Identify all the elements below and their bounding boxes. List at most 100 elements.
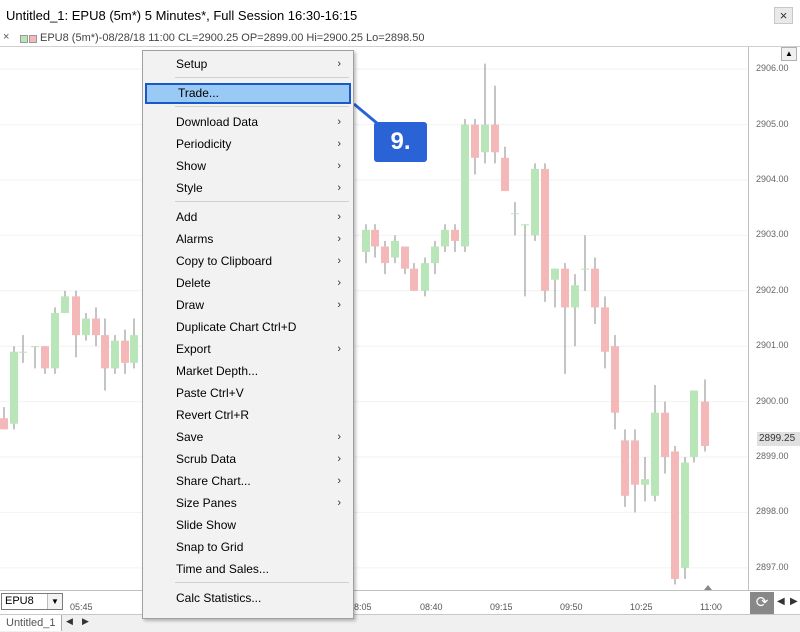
candle [571, 274, 579, 347]
symbol-dropdown[interactable]: EPU8 ▼ [1, 593, 63, 610]
candle [501, 146, 509, 192]
menu-item-draw[interactable]: Draw › [145, 295, 351, 316]
chevron-right-icon: › [337, 277, 341, 289]
candle-body-down [101, 335, 109, 369]
candle [661, 401, 669, 474]
menu-item-download-data[interactable]: Download Data › [145, 112, 351, 133]
price-tick-label: 2897.00 [756, 561, 789, 572]
candle [431, 240, 439, 275]
candle [451, 224, 459, 253]
candle [621, 429, 629, 507]
candle-body-down [92, 318, 100, 336]
candle-body-up [82, 318, 90, 336]
candle-body-down [501, 157, 509, 192]
scroll-left-icon[interactable]: ◀ [777, 596, 785, 607]
menu-item-slide-show[interactable]: Slide Show [145, 515, 351, 536]
candle-body-up [391, 240, 399, 258]
candle [61, 290, 69, 313]
price-tick-label: 2900.00 [756, 395, 789, 406]
current-price-label: 2899.25 [757, 432, 800, 446]
candle [631, 429, 639, 513]
candle-body-down [601, 307, 609, 352]
candle [410, 263, 418, 291]
close-window-button[interactable]: × [774, 7, 793, 24]
menu-item-style[interactable]: Style › [145, 178, 351, 199]
candle-body-down [561, 268, 569, 308]
candle-body-up [641, 479, 649, 485]
menu-item-save[interactable]: Save › [145, 427, 351, 448]
menu-item-share-chart[interactable]: Share Chart... › [145, 471, 351, 492]
candle [31, 346, 39, 369]
menu-item-size-panes[interactable]: Size Panes › [145, 493, 351, 514]
tab-untitled-1[interactable]: Untitled_1 [0, 615, 62, 631]
price-tick-label: 2898.00 [756, 506, 789, 517]
candle-body-down [611, 346, 619, 413]
candle-body-down [621, 440, 629, 496]
candle [130, 318, 138, 369]
menu-item-snap-to-grid[interactable]: Snap to Grid [145, 537, 351, 558]
menu-item-label: Draw [176, 298, 205, 312]
candle-body-up [10, 351, 18, 424]
candle-body-down [661, 412, 669, 458]
menu-item-time-and-sales[interactable]: Time and Sales... [145, 559, 351, 580]
candle [92, 307, 100, 347]
up-color-swatch [20, 35, 28, 43]
menu-item-add[interactable]: Add › [145, 207, 351, 228]
menu-separator [175, 106, 349, 107]
menu-item-label: Delete [176, 276, 211, 290]
menu-item-trade[interactable]: Trade... [145, 83, 351, 104]
candle-body-up [531, 168, 539, 236]
candle [641, 457, 649, 502]
candle [581, 235, 589, 291]
menu-item-label: Calc Statistics... [176, 591, 262, 605]
close-info-icon[interactable]: × [3, 31, 9, 43]
menu-item-export[interactable]: Export › [145, 339, 351, 360]
menu-separator [175, 201, 349, 202]
menu-item-paste-ctrl-v[interactable]: Paste Ctrl+V [145, 383, 351, 404]
candle-body-up [421, 263, 429, 291]
menu-item-copy-to-clipboard[interactable]: Copy to Clipboard › [145, 251, 351, 272]
menu-item-periodicity[interactable]: Periodicity › [145, 134, 351, 155]
candle [82, 312, 90, 341]
candle [0, 407, 8, 430]
chevron-right-icon: › [337, 58, 341, 70]
candle-body-up [551, 268, 559, 280]
price-tick-label: 2904.00 [756, 173, 789, 184]
candle [541, 163, 549, 302]
chevron-down-icon[interactable]: ▼ [47, 594, 62, 609]
candle [19, 335, 27, 363]
menu-item-delete[interactable]: Delete › [145, 273, 351, 294]
menu-item-setup[interactable]: Setup › [145, 54, 351, 75]
menu-item-market-depth[interactable]: Market Depth... [145, 361, 351, 382]
candle-body-down [631, 440, 639, 485]
menu-item-calc-statistics[interactable]: Calc Statistics... [145, 588, 351, 609]
menu-item-show[interactable]: Show › [145, 156, 351, 177]
scroll-up-icon[interactable]: ▲ [781, 47, 797, 61]
menu-item-label: Slide Show [176, 518, 237, 532]
refresh-button[interactable]: ⟳ [750, 592, 774, 614]
menu-item-label: Scrub Data [176, 452, 237, 466]
chart-info-bar: × EPU8 (5m*)-08/28/18 11:00 CL=2900.25 O… [0, 31, 800, 47]
candle [441, 224, 449, 253]
menu-item-alarms[interactable]: Alarms › [145, 229, 351, 250]
candle [72, 290, 80, 358]
time-tick-label: 08:40 [420, 602, 443, 612]
candle [461, 119, 469, 253]
menu-item-label: Setup [176, 57, 208, 71]
candle [671, 445, 679, 585]
menu-item-label: Periodicity [176, 137, 232, 151]
candle-body-down [401, 246, 409, 269]
menu-item-scrub-data[interactable]: Scrub Data › [145, 449, 351, 470]
candle-body-up [51, 312, 59, 369]
menu-item-revert-ctrl-r[interactable]: Revert Ctrl+R [145, 405, 351, 426]
tab-scroll-right-icon[interactable]: ▶ [82, 616, 89, 627]
menu-item-label: Export [176, 342, 211, 356]
candle [690, 390, 698, 463]
candle-body-up [441, 229, 449, 247]
candle-body-up [581, 268, 589, 270]
menu-item-duplicate-chart-ctrl-d[interactable]: Duplicate Chart Ctrl+D [145, 317, 351, 338]
time-tick-label: 10:25 [630, 602, 653, 612]
tab-scroll-left-icon[interactable]: ◀ [66, 616, 73, 627]
scroll-right-icon[interactable]: ▶ [790, 596, 798, 607]
candle-body-down [671, 451, 679, 579]
